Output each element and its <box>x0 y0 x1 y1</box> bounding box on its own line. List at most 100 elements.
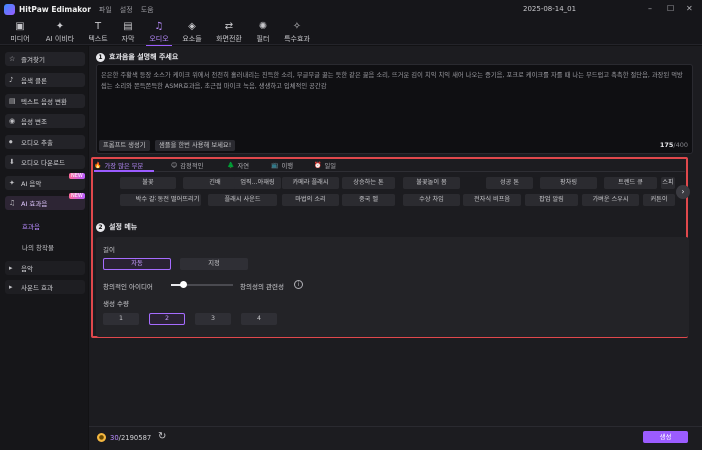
sfx-chip[interactable]: 성공 톤 <box>486 177 533 189</box>
sfx-chip[interactable]: 마법의 소리 <box>282 194 339 206</box>
tv-icon: 📺 <box>271 162 279 169</box>
menu-bar: 파일 설정 도움 <box>99 5 154 15</box>
clock-icon: ⏰ <box>314 162 322 169</box>
app-name: HitPaw Edimakor <box>19 5 91 14</box>
sidebar-item-music[interactable]: ▸ 음악 <box>5 261 85 275</box>
sfx-chip[interactable]: 스피 <box>661 177 675 189</box>
elements-icon: ◈ <box>188 21 196 32</box>
sfx-chip[interactable]: 카메라 플래시 <box>282 177 339 189</box>
coin-icon: ● <box>97 433 106 442</box>
tool-media[interactable]: ▣ 미디어 <box>3 21 37 44</box>
new-badge: NEW <box>69 193 85 199</box>
media-icon: ▣ <box>15 21 25 32</box>
sfx-chip[interactable]: 팡차링 <box>540 177 597 189</box>
creativity-slider[interactable] <box>171 281 233 288</box>
title-bar: HitPaw Edimakor 파일 설정 도움 2025-08-14_01 –… <box>0 0 702 19</box>
length-auto-button[interactable]: 자동 <box>103 258 171 270</box>
prompt-text[interactable]: 은은한 주황색 등장 소스가 케이크 위에서 천천히 흘러내리는 진득한 소리,… <box>101 70 689 92</box>
filter-icon: ✺ <box>258 21 268 32</box>
project-name: 2025-08-14_01 <box>523 5 577 13</box>
sfx-chip[interactable]: 동전 떨어뜨리기 <box>156 194 201 206</box>
tree-icon: 🌲 <box>227 162 235 169</box>
info-icon[interactable]: i <box>294 280 303 289</box>
tts-icon: ▤ <box>9 97 16 105</box>
maximize-icon[interactable]: ☐ <box>667 4 674 13</box>
sidebar-item-voice-clone[interactable]: ♪ 음색 클론 <box>5 73 85 87</box>
tab-nature[interactable]: 🌲 자연 <box>227 160 249 171</box>
audio-icon: ♫ <box>154 21 164 32</box>
sidebar-item-tts[interactable]: ▤ 텍스트 음성 변환 <box>5 94 85 108</box>
minimize-icon[interactable]: – <box>648 4 652 13</box>
credit-count: 30/2190587 <box>110 434 152 442</box>
caption-icon: ▤ <box>123 21 133 32</box>
footer-bar <box>89 426 702 450</box>
chevron-right-icon: ▸ <box>9 264 13 272</box>
tab-divider <box>94 171 685 172</box>
relevance-label: 창의성의 관련성 <box>240 283 284 291</box>
quantity-1-button[interactable]: 1 <box>103 313 139 325</box>
tab-underline <box>94 170 154 172</box>
tool-filter[interactable]: ✺ 필터 <box>246 21 280 44</box>
sfx-chip[interactable]: 불꽃 <box>120 177 176 189</box>
tool-audio[interactable]: ♫ 오디오 <box>142 21 176 47</box>
chevron-right-icon[interactable]: › <box>676 185 690 199</box>
tool-elements[interactable]: ◈ 요소들 <box>175 21 209 44</box>
try-sample-button[interactable]: 샘플을 한번 사용해 보세요! <box>155 140 236 151</box>
tab-transition[interactable]: 📺 이행 <box>271 160 293 171</box>
sfx-chip[interactable]: 트렌드 큐 <box>604 177 657 189</box>
prompt-textarea[interactable]: 은은한 주황색 등장 소스가 케이크 위에서 천천히 흘러내리는 진득한 소리,… <box>96 64 693 154</box>
sidebar-sub-my-creations[interactable]: 나의 창작물 <box>22 242 54 252</box>
sidebar-item-favorites[interactable]: ☆ 즐겨찾기 <box>5 52 85 66</box>
char-count: 175/400 <box>659 141 688 149</box>
generate-button[interactable]: 생성 <box>643 431 688 443</box>
chevron-right-icon: ▸ <box>9 283 13 291</box>
smile-icon: 😊 <box>171 162 178 169</box>
settings-section-title: 2 설정 메뉴 <box>96 222 137 232</box>
tab-daily[interactable]: ⏰ 일일 <box>314 160 336 171</box>
quantity-2-button[interactable]: 2 <box>149 313 185 325</box>
sidebar-item-sound-effects[interactable]: ▸ 사운드 효과 <box>5 280 85 294</box>
sfx-chip[interactable]: 커튼이 <box>643 194 675 206</box>
tab-emotional[interactable]: 😊 감정적인 <box>171 160 203 171</box>
transition-icon: ⇄ <box>224 21 234 32</box>
voice-icon: ♪ <box>9 76 14 84</box>
tool-effects[interactable]: ✧ 특수효과 <box>278 21 316 44</box>
fire-icon: 🔥 <box>94 162 102 169</box>
prompt-generator-button[interactable]: 프롬프트 생성기 <box>99 140 150 151</box>
new-badge: NEW <box>69 173 85 179</box>
text-icon: T <box>94 21 102 32</box>
quantity-3-button[interactable]: 3 <box>195 313 231 325</box>
sfx-chip[interactable]: 전자식 비프음 <box>463 194 521 206</box>
close-icon[interactable]: ✕ <box>686 4 693 13</box>
ai-sfx-icon: ♫ <box>9 199 16 207</box>
sfx-chip[interactable]: 팝업 알림 <box>525 194 578 206</box>
sidebar-item-voice-changer[interactable]: ◉ 음성 변조 <box>5 114 85 128</box>
sfx-chip[interactable]: 상승하는 톤 <box>342 177 395 189</box>
sfx-chip[interactable]: 플래시 사운드 <box>208 194 277 206</box>
sfx-chip[interactable]: 가벼운 스우시 <box>582 194 639 206</box>
sidebar-item-audio-extract[interactable]: ⏺ 오디오 추출 <box>5 135 85 149</box>
menu-settings[interactable]: 설정 <box>120 5 133 15</box>
menu-file[interactable]: 파일 <box>99 5 112 15</box>
star-icon: ☆ <box>9 55 16 63</box>
menu-help[interactable]: 도움 <box>141 5 154 15</box>
voice-changer-icon: ◉ <box>9 117 16 125</box>
refresh-icon[interactable]: ↻ <box>158 431 166 442</box>
sfx-chip[interactable]: 수상 차임 <box>403 194 460 206</box>
tool-transition[interactable]: ⇄ 화면전환 <box>210 21 248 44</box>
quantity-label: 생성 수량 <box>103 300 129 308</box>
sidebar-item-audio-download[interactable]: ⬇ 오디오 다운로드 <box>5 155 85 169</box>
tool-ai-avatar[interactable]: ✦ AI 이비타 <box>40 21 80 44</box>
step-number: 1 <box>96 52 105 62</box>
tool-text[interactable]: T 텍스트 <box>81 21 115 44</box>
tool-caption[interactable]: ▤ 자막 <box>111 21 145 44</box>
ai-music-icon: ✦ <box>9 179 15 187</box>
sidebar-sub-sfx[interactable]: 효과음 <box>22 221 40 231</box>
length-custom-button[interactable]: 지정 <box>180 258 248 270</box>
sfx-chip[interactable]: 업직...아재링 <box>234 177 281 189</box>
sfx-chip[interactable]: 불꽃놀이 몸 <box>403 177 460 189</box>
creative-label: 창의적인 아이디어 <box>103 283 153 291</box>
sfx-chip[interactable]: 중국 벨 <box>342 194 395 206</box>
quantity-4-button[interactable]: 4 <box>241 313 277 325</box>
microphone-icon: ⏺ <box>9 137 13 146</box>
